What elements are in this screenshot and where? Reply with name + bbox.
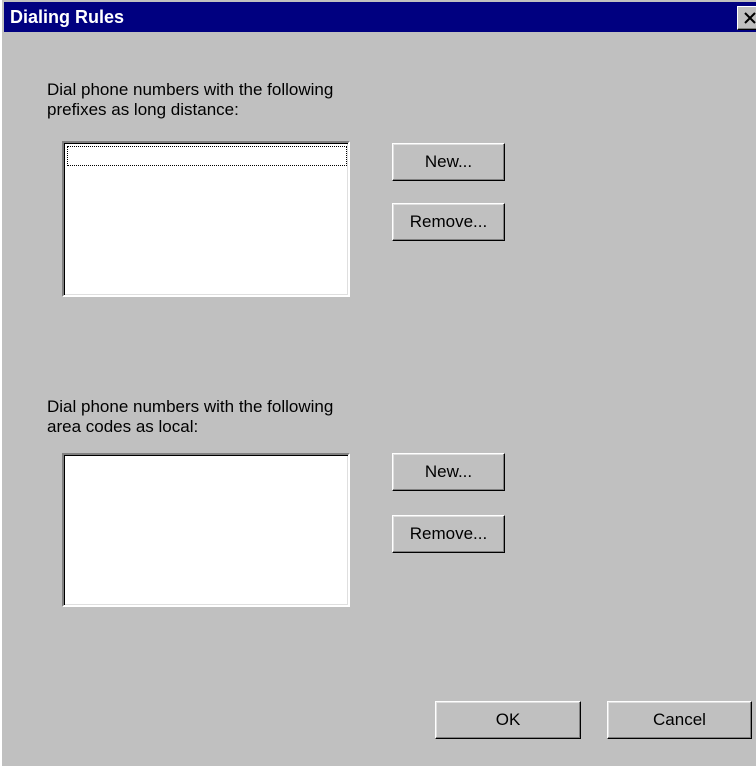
close-icon: [744, 12, 756, 24]
local-remove-button[interactable]: Remove...: [392, 515, 505, 553]
long-distance-label-line2: prefixes as long distance:: [47, 100, 239, 119]
long-distance-remove-button[interactable]: Remove...: [392, 203, 505, 241]
long-distance-new-button[interactable]: New...: [392, 143, 505, 181]
ok-button[interactable]: OK: [435, 701, 581, 739]
long-distance-label-line1: Dial phone numbers with the following: [47, 80, 334, 99]
local-label-line1: Dial phone numbers with the following: [47, 397, 334, 416]
local-area-code-list[interactable]: [62, 453, 350, 607]
close-button[interactable]: [737, 6, 756, 30]
local-label-line2: area codes as local:: [47, 417, 199, 436]
title-bar[interactable]: Dialing Rules: [4, 2, 756, 32]
dialog-title: Dialing Rules: [10, 7, 125, 27]
dialing-rules-dialog: Dialing Rules Dial phone numbers with th…: [0, 0, 756, 766]
list-focus-row[interactable]: [67, 146, 347, 166]
long-distance-prefix-list[interactable]: [62, 141, 350, 297]
local-new-button[interactable]: New...: [392, 453, 505, 491]
cancel-button[interactable]: Cancel: [607, 701, 752, 739]
